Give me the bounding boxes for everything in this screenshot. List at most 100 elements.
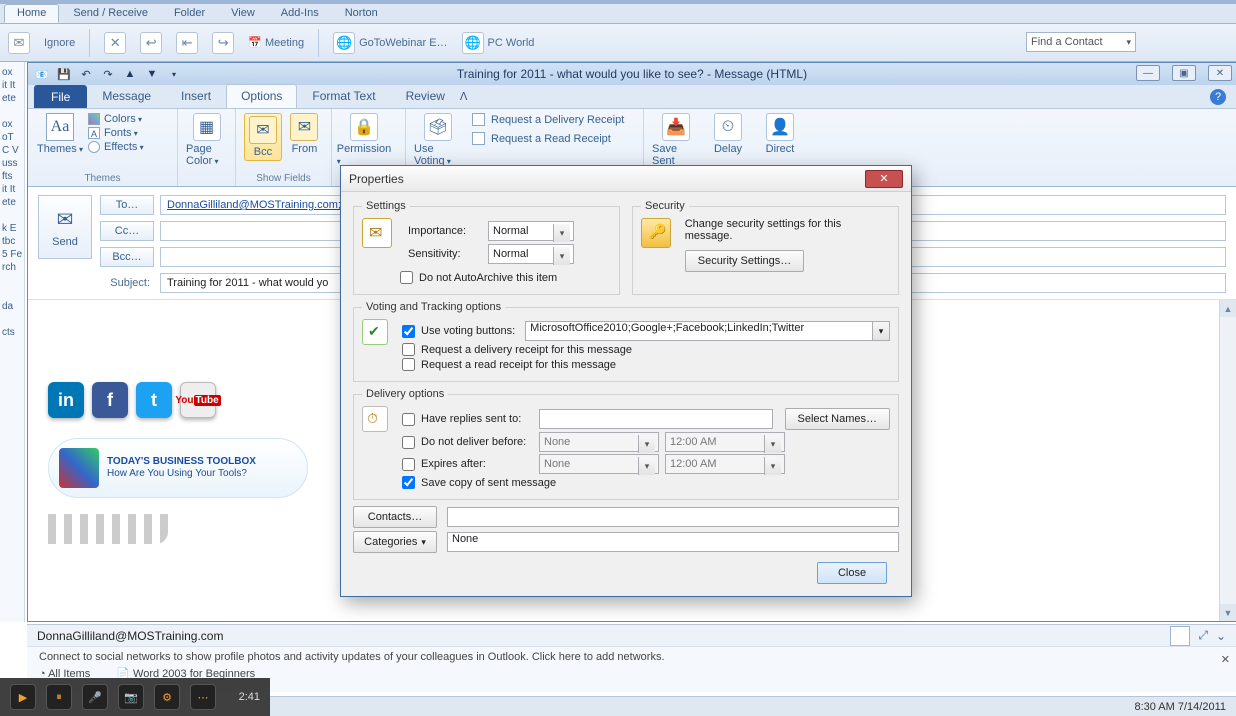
- voting-buttons-combo[interactable]: MicrosoftOffice2010;Google+;Facebook;Lin…: [525, 321, 890, 341]
- qat-next-icon[interactable]: ▼: [144, 66, 160, 82]
- contacts-field[interactable]: [447, 507, 899, 527]
- youtube-icon[interactable]: YouTube: [180, 382, 216, 418]
- dialog-close-button[interactable]: ✕: [865, 170, 903, 188]
- use-voting-checkbox[interactable]: [402, 325, 415, 338]
- tab-folder[interactable]: Folder: [162, 5, 217, 22]
- collapse-icon[interactable]: ⌄: [1216, 629, 1226, 643]
- minimize-button[interactable]: —: [1136, 65, 1160, 81]
- qat-redo-icon[interactable]: ↷: [100, 66, 116, 82]
- save-sent-icon: 📥: [662, 113, 690, 141]
- qat-undo-icon[interactable]: ↶: [78, 66, 94, 82]
- connect-networks-text[interactable]: Connect to social networks to show profi…: [39, 651, 1224, 663]
- save-copy-checkbox[interactable]: [402, 476, 415, 489]
- compose-tab-message[interactable]: Message: [87, 84, 166, 108]
- webcam-button[interactable]: 📷: [118, 684, 144, 710]
- colors-menu[interactable]: Colors: [88, 113, 144, 125]
- not-before-date[interactable]: None: [539, 432, 659, 452]
- close-window-button[interactable]: ✕: [1208, 65, 1232, 81]
- security-settings-button[interactable]: Security Settings…: [685, 250, 805, 272]
- play-button[interactable]: ▶: [10, 684, 36, 710]
- scroll-up-icon[interactable]: ▲: [1220, 300, 1236, 317]
- cc-button[interactable]: Cc…: [100, 221, 154, 241]
- help-icon[interactable]: ?: [1210, 89, 1226, 105]
- tab-view[interactable]: View: [219, 5, 267, 22]
- bookmark-2[interactable]: PC World: [488, 37, 535, 49]
- req-read-receipt-checkbox[interactable]: [402, 358, 415, 371]
- close-button[interactable]: Close: [817, 562, 887, 584]
- scroll-down-icon[interactable]: ▼: [1220, 604, 1236, 621]
- importance-combo[interactable]: Normal: [488, 221, 574, 241]
- ribbon-collapse-icon[interactable]: ᐱ: [460, 90, 468, 103]
- bookmark-1[interactable]: GoToWebinar E…: [359, 37, 447, 49]
- mic-button[interactable]: 🎤: [82, 684, 108, 710]
- page-color-button[interactable]: ▦Page Color: [186, 113, 227, 167]
- effects-menu[interactable]: Effects: [88, 141, 144, 153]
- compose-tab-insert[interactable]: Insert: [166, 84, 226, 108]
- maximize-button[interactable]: ▣: [1172, 65, 1196, 81]
- permission-button[interactable]: 🔒Permission: [340, 113, 388, 167]
- select-names-button[interactable]: Select Names…: [785, 408, 890, 430]
- direct-button[interactable]: 👤Direct: [756, 113, 804, 155]
- expires-checkbox[interactable]: [402, 458, 415, 471]
- qat-prev-icon[interactable]: ▲: [122, 66, 138, 82]
- delay-button[interactable]: ⏲Delay: [704, 113, 752, 155]
- outlook-ribbon: ✉ Ignore ✕ ↩ ⇤ ↪ 📅 Meeting 🌐 GoToWebinar…: [0, 24, 1236, 62]
- no-autoarchive-checkbox[interactable]: [400, 271, 413, 284]
- save-sent-button[interactable]: 📥Save Sent: [652, 113, 700, 167]
- tools-button[interactable]: ⚙: [154, 684, 180, 710]
- body-scrollbar[interactable]: ▲ ▼: [1219, 300, 1236, 621]
- from-button[interactable]: ✉From: [286, 113, 323, 155]
- meeting-button[interactable]: 📅 Meeting: [248, 36, 304, 49]
- more-button[interactable]: ⋯: [190, 684, 216, 710]
- qat-save-icon[interactable]: 💾: [56, 66, 72, 82]
- categories-field[interactable]: None: [447, 532, 899, 552]
- outlook-tabs: Home Send / Receive Folder View Add-Ins …: [0, 4, 1236, 24]
- qat-outlook-icon[interactable]: 📧: [34, 66, 50, 82]
- find-contact-input[interactable]: Find a Contact: [1026, 32, 1136, 52]
- tab-norton[interactable]: Norton: [333, 5, 390, 22]
- facebook-icon[interactable]: f: [92, 382, 128, 418]
- not-before-time[interactable]: 12:00 AM: [665, 432, 785, 452]
- linkedin-icon[interactable]: in: [48, 382, 84, 418]
- bcc-button[interactable]: Bcc…: [100, 247, 154, 267]
- tab-send-receive[interactable]: Send / Receive: [61, 5, 160, 22]
- use-voting-button[interactable]: 🗳Use Voting: [414, 113, 462, 167]
- send-button[interactable]: ✉ Send: [38, 195, 92, 259]
- reply-all-icon[interactable]: ⇤: [176, 32, 198, 54]
- contact-photo-icon[interactable]: [1170, 626, 1190, 646]
- compose-tab-options[interactable]: Options: [226, 84, 297, 108]
- themes-button[interactable]: Aa Themes: [36, 113, 84, 155]
- forward-icon[interactable]: ↪: [212, 32, 234, 54]
- req-delivery-receipt-checkbox[interactable]: [402, 343, 415, 356]
- dismiss-social-icon[interactable]: ✕: [1221, 653, 1230, 666]
- contacts-button[interactable]: Contacts…: [353, 506, 437, 528]
- have-replies-checkbox[interactable]: [402, 413, 415, 426]
- compose-tab-review[interactable]: Review: [391, 84, 460, 108]
- tab-addins[interactable]: Add-Ins: [269, 5, 331, 22]
- fonts-menu[interactable]: AFonts: [88, 127, 144, 139]
- categories-button[interactable]: Categories: [353, 531, 437, 553]
- bcc-button[interactable]: ✉Bcc: [244, 113, 282, 161]
- expires-time[interactable]: 12:00 AM: [665, 454, 785, 474]
- not-before-label: Do not deliver before:: [421, 436, 533, 448]
- delete-icon[interactable]: ✕: [104, 32, 126, 54]
- sensitivity-combo[interactable]: Normal: [488, 244, 574, 264]
- ignore-button[interactable]: Ignore: [44, 37, 75, 49]
- pause-button[interactable]: ⏸: [46, 684, 72, 710]
- reply-icon[interactable]: ↩: [140, 32, 162, 54]
- twitter-icon[interactable]: t: [136, 382, 172, 418]
- not-before-checkbox[interactable]: [402, 436, 415, 449]
- tab-home[interactable]: Home: [4, 4, 59, 23]
- req-delivery-checkbox[interactable]: Request a Delivery Receipt: [472, 113, 624, 126]
- req-read-checkbox[interactable]: Request a Read Receipt: [472, 132, 624, 145]
- expand-icon[interactable]: ⤢: [1198, 628, 1208, 643]
- web-icon-2: 🌐: [462, 32, 484, 54]
- player-time: 2:41: [239, 691, 260, 703]
- qat-more-icon[interactable]: ▾: [166, 66, 182, 82]
- new-mail-icon[interactable]: ✉: [8, 32, 30, 54]
- expires-date[interactable]: None: [539, 454, 659, 474]
- have-replies-field[interactable]: [539, 409, 773, 429]
- to-button[interactable]: To…: [100, 195, 154, 215]
- compose-tab-file[interactable]: File: [34, 85, 87, 108]
- compose-tab-format[interactable]: Format Text: [297, 84, 390, 108]
